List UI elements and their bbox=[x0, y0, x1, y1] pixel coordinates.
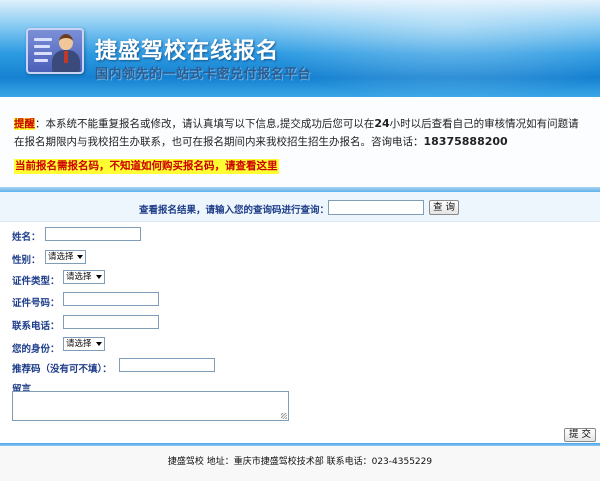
referral-label: 推荐码（没有可不填）： bbox=[12, 364, 112, 375]
gender-label: 性别： bbox=[12, 255, 41, 266]
phone-label: 联系电话： bbox=[12, 321, 60, 332]
identity-select[interactable]: 请选择 bbox=[63, 337, 105, 351]
logo-line bbox=[34, 52, 52, 55]
logo-line bbox=[34, 45, 50, 48]
header-shine bbox=[240, 0, 600, 97]
notice-tag: 提醒 bbox=[14, 118, 35, 130]
logo-user-card-icon bbox=[26, 28, 84, 74]
query-label: 查看报名结果，请输入您的查询码进行查询： bbox=[139, 205, 330, 216]
notice-text-part1: ：本系统不能重复报名或修改，请认真填写以下信息,提交成功后您可以在 bbox=[35, 118, 375, 130]
avatar-tie bbox=[64, 51, 68, 63]
message-textarea[interactable] bbox=[12, 391, 289, 421]
notice-phone: 18375888200 bbox=[423, 135, 508, 148]
dropdown-arrow-icon bbox=[96, 342, 102, 346]
id-number-input[interactable] bbox=[63, 292, 159, 306]
footer-text: 捷盛驾校 地址：重庆市捷盛驾校技术部 联系电话：023-4355229 bbox=[167, 457, 433, 467]
notice-panel: 提醒：本系统不能重复报名或修改，请认真填写以下信息,提交成功后您可以在24小时以… bbox=[0, 97, 600, 187]
query-bar: 查看报名结果，请输入您的查询码进行查询： 查 询 bbox=[0, 192, 600, 222]
buy-code-link[interactable]: 当前报名需报名码，不知道如何购买报名码，请查看这里 bbox=[14, 159, 279, 174]
name-input[interactable] bbox=[45, 227, 141, 241]
resize-grip-icon[interactable] bbox=[281, 413, 287, 419]
identity-select-value: 请选择 bbox=[66, 339, 92, 349]
id-type-select[interactable]: 请选择 bbox=[63, 270, 105, 284]
avatar-head bbox=[59, 34, 73, 50]
site-subtitle: 国内领先的一站式卡密兑付报名平台 bbox=[95, 67, 312, 82]
logo-line bbox=[34, 38, 52, 41]
dropdown-arrow-icon bbox=[96, 275, 102, 279]
gender-select-value: 请选择 bbox=[48, 252, 74, 262]
identity-label: 您的身份： bbox=[12, 344, 60, 355]
site-header: 捷盛驾校在线报名 国内领先的一站式卡密兑付报名平台 bbox=[0, 0, 600, 97]
submit-button[interactable]: 提 交 bbox=[564, 428, 596, 442]
notice-text: 提醒：本系统不能重复报名或修改，请认真填写以下信息,提交成功后您可以在24小时以… bbox=[14, 115, 586, 151]
site-footer: 捷盛驾校 地址：重庆市捷盛驾校技术部 联系电话：023-4355229 bbox=[0, 446, 600, 481]
name-label: 姓名： bbox=[12, 232, 41, 243]
referral-input[interactable] bbox=[119, 358, 215, 372]
id-number-label: 证件号码： bbox=[12, 298, 60, 309]
id-type-label: 证件类型： bbox=[12, 276, 60, 287]
logo-line bbox=[34, 59, 48, 62]
site-title: 捷盛驾校在线报名 bbox=[95, 39, 280, 64]
phone-input[interactable] bbox=[63, 315, 159, 329]
notice-hours: 24 bbox=[374, 117, 390, 130]
query-code-input[interactable] bbox=[328, 200, 424, 215]
dropdown-arrow-icon bbox=[77, 255, 83, 259]
id-type-select-value: 请选择 bbox=[66, 272, 92, 282]
query-button[interactable]: 查 询 bbox=[429, 200, 459, 215]
gender-select[interactable]: 请选择 bbox=[45, 250, 86, 264]
